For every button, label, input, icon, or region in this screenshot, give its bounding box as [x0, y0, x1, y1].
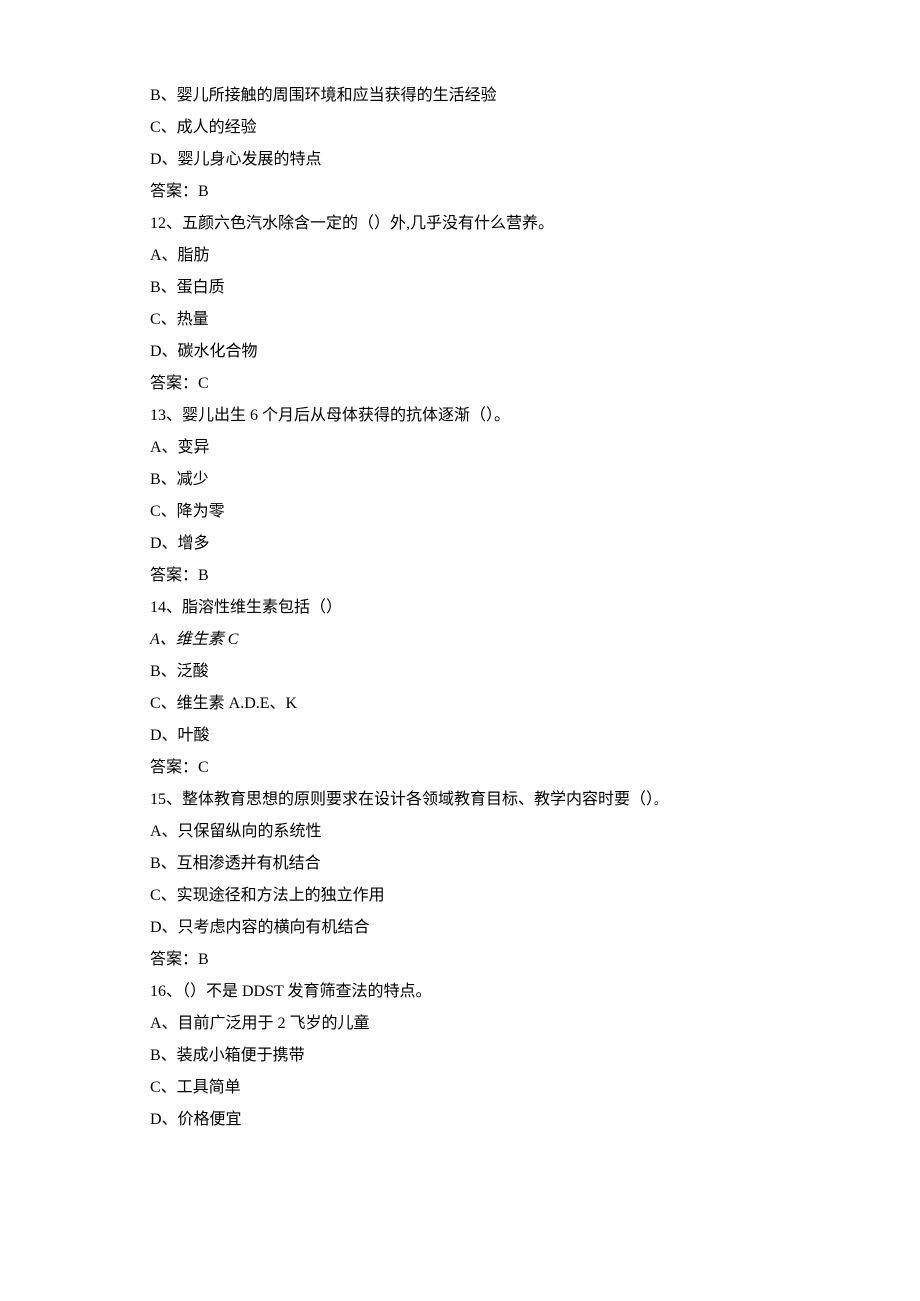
question-14: 14、脂溶性维生素包括（） [150, 592, 770, 624]
option-d-q13: D、增多 [150, 528, 770, 560]
option-c-q12: C、热量 [150, 304, 770, 336]
question-16: 16、（）不是 DDST 发育筛查法的特点。 [150, 976, 770, 1008]
question-13: 13、婴儿出生 6 个月后从母体获得的抗体逐渐（）。 [150, 400, 770, 432]
option-b-q12: B、蛋白质 [150, 272, 770, 304]
option-b-q13: B、减少 [150, 464, 770, 496]
option-b-q16: B、装成小箱便于携带 [150, 1040, 770, 1072]
option-d-q11: D、婴儿身心发展的特点 [150, 144, 770, 176]
option-c-q13: C、降为零 [150, 496, 770, 528]
option-d-q12: D、碳水化合物 [150, 336, 770, 368]
option-a-q13: A、变异 [150, 432, 770, 464]
q15-main-text: 15、整体教育思想的原则要求在设计各领域教育目标、教学内容时要（） [150, 791, 654, 808]
question-15: 15、整体教育思想的原则要求在设计各领域教育目标、教学内容时要（）。 [150, 784, 770, 816]
option-c-q11: C、成人的经验 [150, 112, 770, 144]
option-c-q15: C、实现途径和方法上的独立作用 [150, 880, 770, 912]
option-b-q14: B、泛酸 [150, 656, 770, 688]
option-b-q15: B、互相渗透并有机结合 [150, 848, 770, 880]
document-page: B、婴儿所接触的周围环境和应当获得的生活经验 C、成人的经验 D、婴儿身心发展的… [0, 0, 920, 1301]
answer-q11: 答案：B [150, 176, 770, 208]
answer-q14: 答案：C [150, 752, 770, 784]
option-a-q14: A、维生素 C [150, 624, 770, 656]
option-c-q16: C、工具简单 [150, 1072, 770, 1104]
option-b-q11: B、婴儿所接触的周围环境和应当获得的生活经验 [150, 80, 770, 112]
option-a-q16: A、目前广泛用于 2 飞岁的儿童 [150, 1008, 770, 1040]
q15-small-period: 。 [654, 793, 666, 807]
option-d-q14: D、叶酸 [150, 720, 770, 752]
option-a-q15: A、只保留纵向的系统性 [150, 816, 770, 848]
question-12: 12、五颜六色汽水除含一定的（）外,几乎没有什么营养。 [150, 208, 770, 240]
italic-letter-a: A、维生素 C [150, 631, 238, 648]
answer-q13: 答案：B [150, 560, 770, 592]
answer-q15: 答案：B [150, 944, 770, 976]
option-c-q14: C、维生素 A.D.E、K [150, 688, 770, 720]
option-a-q12: A、脂肪 [150, 240, 770, 272]
option-d-q15: D、只考虑内容的横向有机结合 [150, 912, 770, 944]
option-d-q16: D、价格便宜 [150, 1104, 770, 1136]
answer-q12: 答案：C [150, 368, 770, 400]
